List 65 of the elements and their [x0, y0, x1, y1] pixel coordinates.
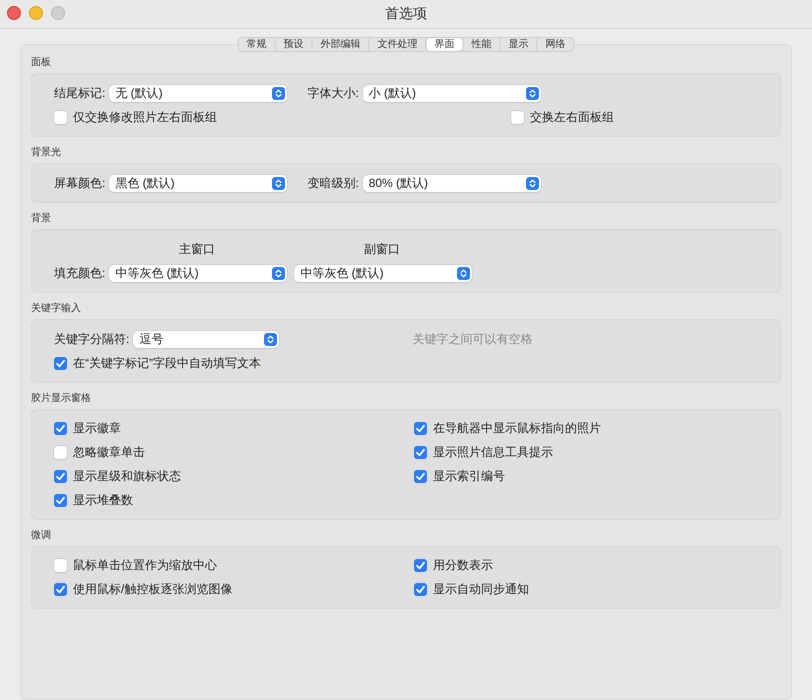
checkbox[interactable]	[54, 559, 67, 572]
section-title: 背景光	[31, 147, 62, 159]
checkbox-label: 交换左右面板组	[530, 108, 614, 126]
stepper-icon	[272, 86, 286, 100]
field-label: 字体大小:	[307, 84, 359, 102]
tab[interactable]: 常规	[238, 38, 274, 51]
checkbox-label: 用分数表示	[433, 557, 493, 574]
checkbox[interactable]	[54, 470, 67, 483]
checkbox-label: 忽略徽章单击	[73, 444, 145, 461]
checkbox[interactable]	[54, 583, 67, 596]
dropdown[interactable]: 80% (默认)	[362, 174, 541, 192]
stepper-icon	[272, 176, 286, 190]
stepper-icon	[526, 176, 539, 190]
checkbox-label: 使用鼠标/触控板逐张浏览图像	[73, 581, 232, 598]
combo-box[interactable]: 逗号	[133, 330, 280, 348]
column-heading: 主窗口	[178, 240, 216, 258]
checkbox-label: 显示照片信息工具提示	[433, 444, 553, 461]
dropdown[interactable]: 小 (默认)	[362, 84, 541, 102]
window-title: 首选项	[385, 5, 427, 23]
tab[interactable]: 外部编辑	[312, 38, 368, 51]
checkbox-label: 在导航器中显示鼠标指向的照片	[433, 420, 601, 437]
checkbox[interactable]	[54, 494, 67, 507]
checkbox[interactable]	[414, 446, 427, 459]
dropdown[interactable]: 中等灰色 (默认)	[294, 264, 472, 282]
hint-text: 关键字之间可以有空格	[412, 330, 532, 348]
checkbox-label: 鼠标单击位置作为缩放中心	[73, 557, 217, 574]
checkbox-label: 显示堆叠数	[73, 492, 133, 509]
checkbox[interactable]	[414, 422, 427, 435]
checkbox[interactable]	[54, 356, 67, 370]
checkbox[interactable]	[54, 422, 67, 435]
checkbox[interactable]	[414, 559, 427, 572]
dropdown[interactable]: 中等灰色 (默认)	[109, 264, 288, 282]
tab[interactable]: 界面	[426, 38, 462, 51]
field-label: 填充颜色:	[54, 264, 106, 282]
close-button[interactable]	[7, 6, 21, 20]
field-label: 变暗级别:	[307, 174, 359, 192]
field-label: 结尾标记:	[54, 84, 106, 102]
checkbox[interactable]	[414, 583, 427, 596]
dropdown[interactable]: 无 (默认)	[109, 84, 288, 102]
checkbox-label: 在“关键字标记”字段中自动填写文本	[73, 354, 261, 372]
column-heading: 副窗口	[363, 240, 401, 258]
field-label: 屏幕颜色:	[54, 174, 106, 192]
stepper-icon	[264, 332, 278, 346]
checkbox[interactable]	[511, 110, 524, 124]
tab[interactable]: 预设	[274, 38, 312, 51]
section-title: 背景	[31, 213, 52, 225]
checkbox-label: 仅交换修改照片左右面板组	[73, 108, 217, 126]
stepper-icon	[272, 266, 286, 280]
checkbox-label: 显示自动同步通知	[433, 581, 529, 598]
tab[interactable]: 显示	[500, 38, 536, 51]
checkbox[interactable]	[414, 470, 427, 483]
checkbox-label: 显示星级和旗标状态	[73, 468, 181, 485]
field-label: 关键字分隔符:	[54, 330, 130, 348]
dropdown[interactable]: 黑色 (默认)	[109, 174, 288, 192]
stepper-icon	[526, 86, 539, 100]
tab[interactable]: 性能	[462, 38, 500, 51]
checkbox[interactable]	[54, 110, 67, 124]
section-title: 关键字输入	[31, 303, 82, 315]
section-title: 微调	[31, 530, 52, 542]
checkbox[interactable]	[54, 446, 67, 459]
stepper-icon	[457, 266, 470, 280]
section-title: 面板	[31, 57, 52, 69]
checkbox-label: 显示徽章	[73, 420, 121, 437]
section-title: 胶片显示窗格	[31, 393, 92, 405]
checkbox-label: 显示索引编号	[433, 468, 505, 485]
